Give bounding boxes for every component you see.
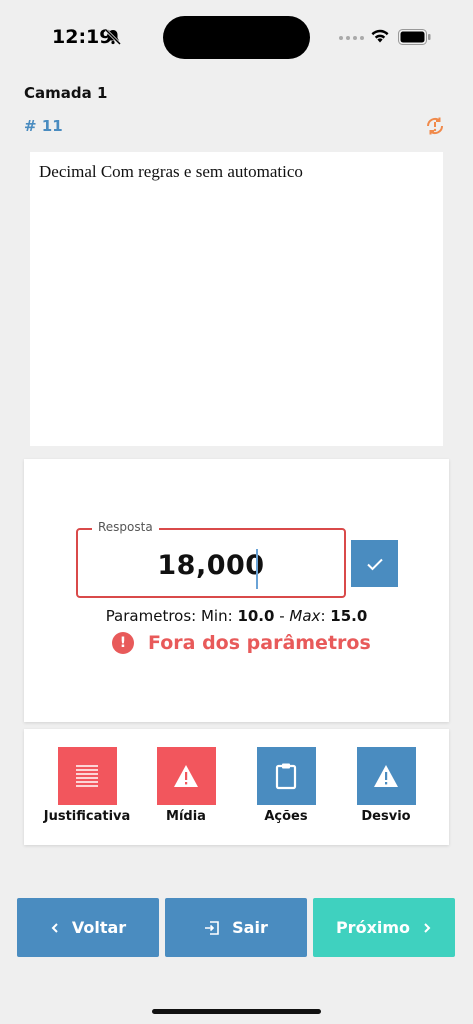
justification-label: Justificativa (43, 809, 131, 824)
home-indicator (152, 1009, 321, 1014)
params-separator: - (279, 607, 290, 625)
deviation-tile[interactable] (356, 747, 416, 805)
actions-tile[interactable] (256, 747, 316, 805)
layer-title: Camada 1 (24, 84, 108, 102)
params-max-colon: : (320, 607, 326, 625)
error-message: ! Fora dos parâmetros (112, 632, 371, 654)
chevron-left-icon (51, 922, 58, 933)
justification-tile[interactable] (57, 747, 117, 805)
question-text: Decimal Com regras e sem automatico (39, 162, 303, 181)
actions-card: Justificativa Mídia Ações Desvio (24, 729, 449, 845)
battery-icon (398, 29, 431, 45)
exit-label: Sair (232, 918, 268, 937)
answer-value[interactable]: 18,000 (78, 550, 344, 581)
media-tile[interactable] (156, 747, 216, 805)
answer-card: Resposta 18,000 Parametros: Min: 10.0 - … (24, 459, 449, 722)
params-prefix: Parametros: Min: (105, 607, 233, 625)
clipboard-icon (275, 763, 297, 790)
dynamic-island (163, 16, 310, 59)
media-label: Mídia (166, 809, 206, 824)
params-max: 15.0 (330, 607, 368, 625)
answer-input[interactable]: Resposta 18,000 (76, 520, 346, 598)
media-button[interactable]: Mídia (136, 747, 236, 824)
actions-button[interactable]: Ações (236, 747, 336, 824)
check-icon (366, 558, 383, 570)
text-cursor (256, 549, 258, 589)
parameters-text: Parametros: Min: 10.0 - Max: 15.0 (24, 607, 449, 625)
params-min: 10.0 (237, 607, 275, 625)
back-label: Voltar (71, 918, 127, 937)
back-button[interactable]: Voltar (17, 898, 159, 957)
question-number: # 11 (24, 117, 63, 135)
justification-button[interactable]: Justificativa (37, 747, 137, 824)
next-label: Próximo (335, 918, 411, 937)
exit-icon (205, 920, 219, 935)
list-lines-icon (76, 765, 98, 787)
warning-icon (374, 765, 398, 787)
question-card: Decimal Com regras e sem automatico (30, 152, 443, 446)
answer-label: Resposta (92, 520, 159, 534)
next-button[interactable]: Próximo (313, 898, 455, 957)
confirm-button[interactable] (351, 540, 398, 587)
status-bar: 12:19 (0, 0, 473, 76)
cellular-signal-icon (339, 36, 364, 40)
bell-muted-icon (104, 28, 122, 46)
deviation-label: Desvio (361, 809, 411, 824)
chevron-right-icon (424, 922, 431, 933)
wifi-icon (371, 29, 389, 43)
params-max-label: Max (289, 607, 321, 625)
error-icon: ! (112, 632, 134, 654)
exit-button[interactable]: Sair (165, 898, 307, 957)
deviation-button[interactable]: Desvio (336, 747, 436, 824)
sync-warning-icon[interactable] (423, 114, 447, 138)
error-text: Fora dos parâmetros (148, 632, 371, 654)
actions-label: Ações (264, 809, 308, 824)
warning-icon (174, 765, 198, 787)
